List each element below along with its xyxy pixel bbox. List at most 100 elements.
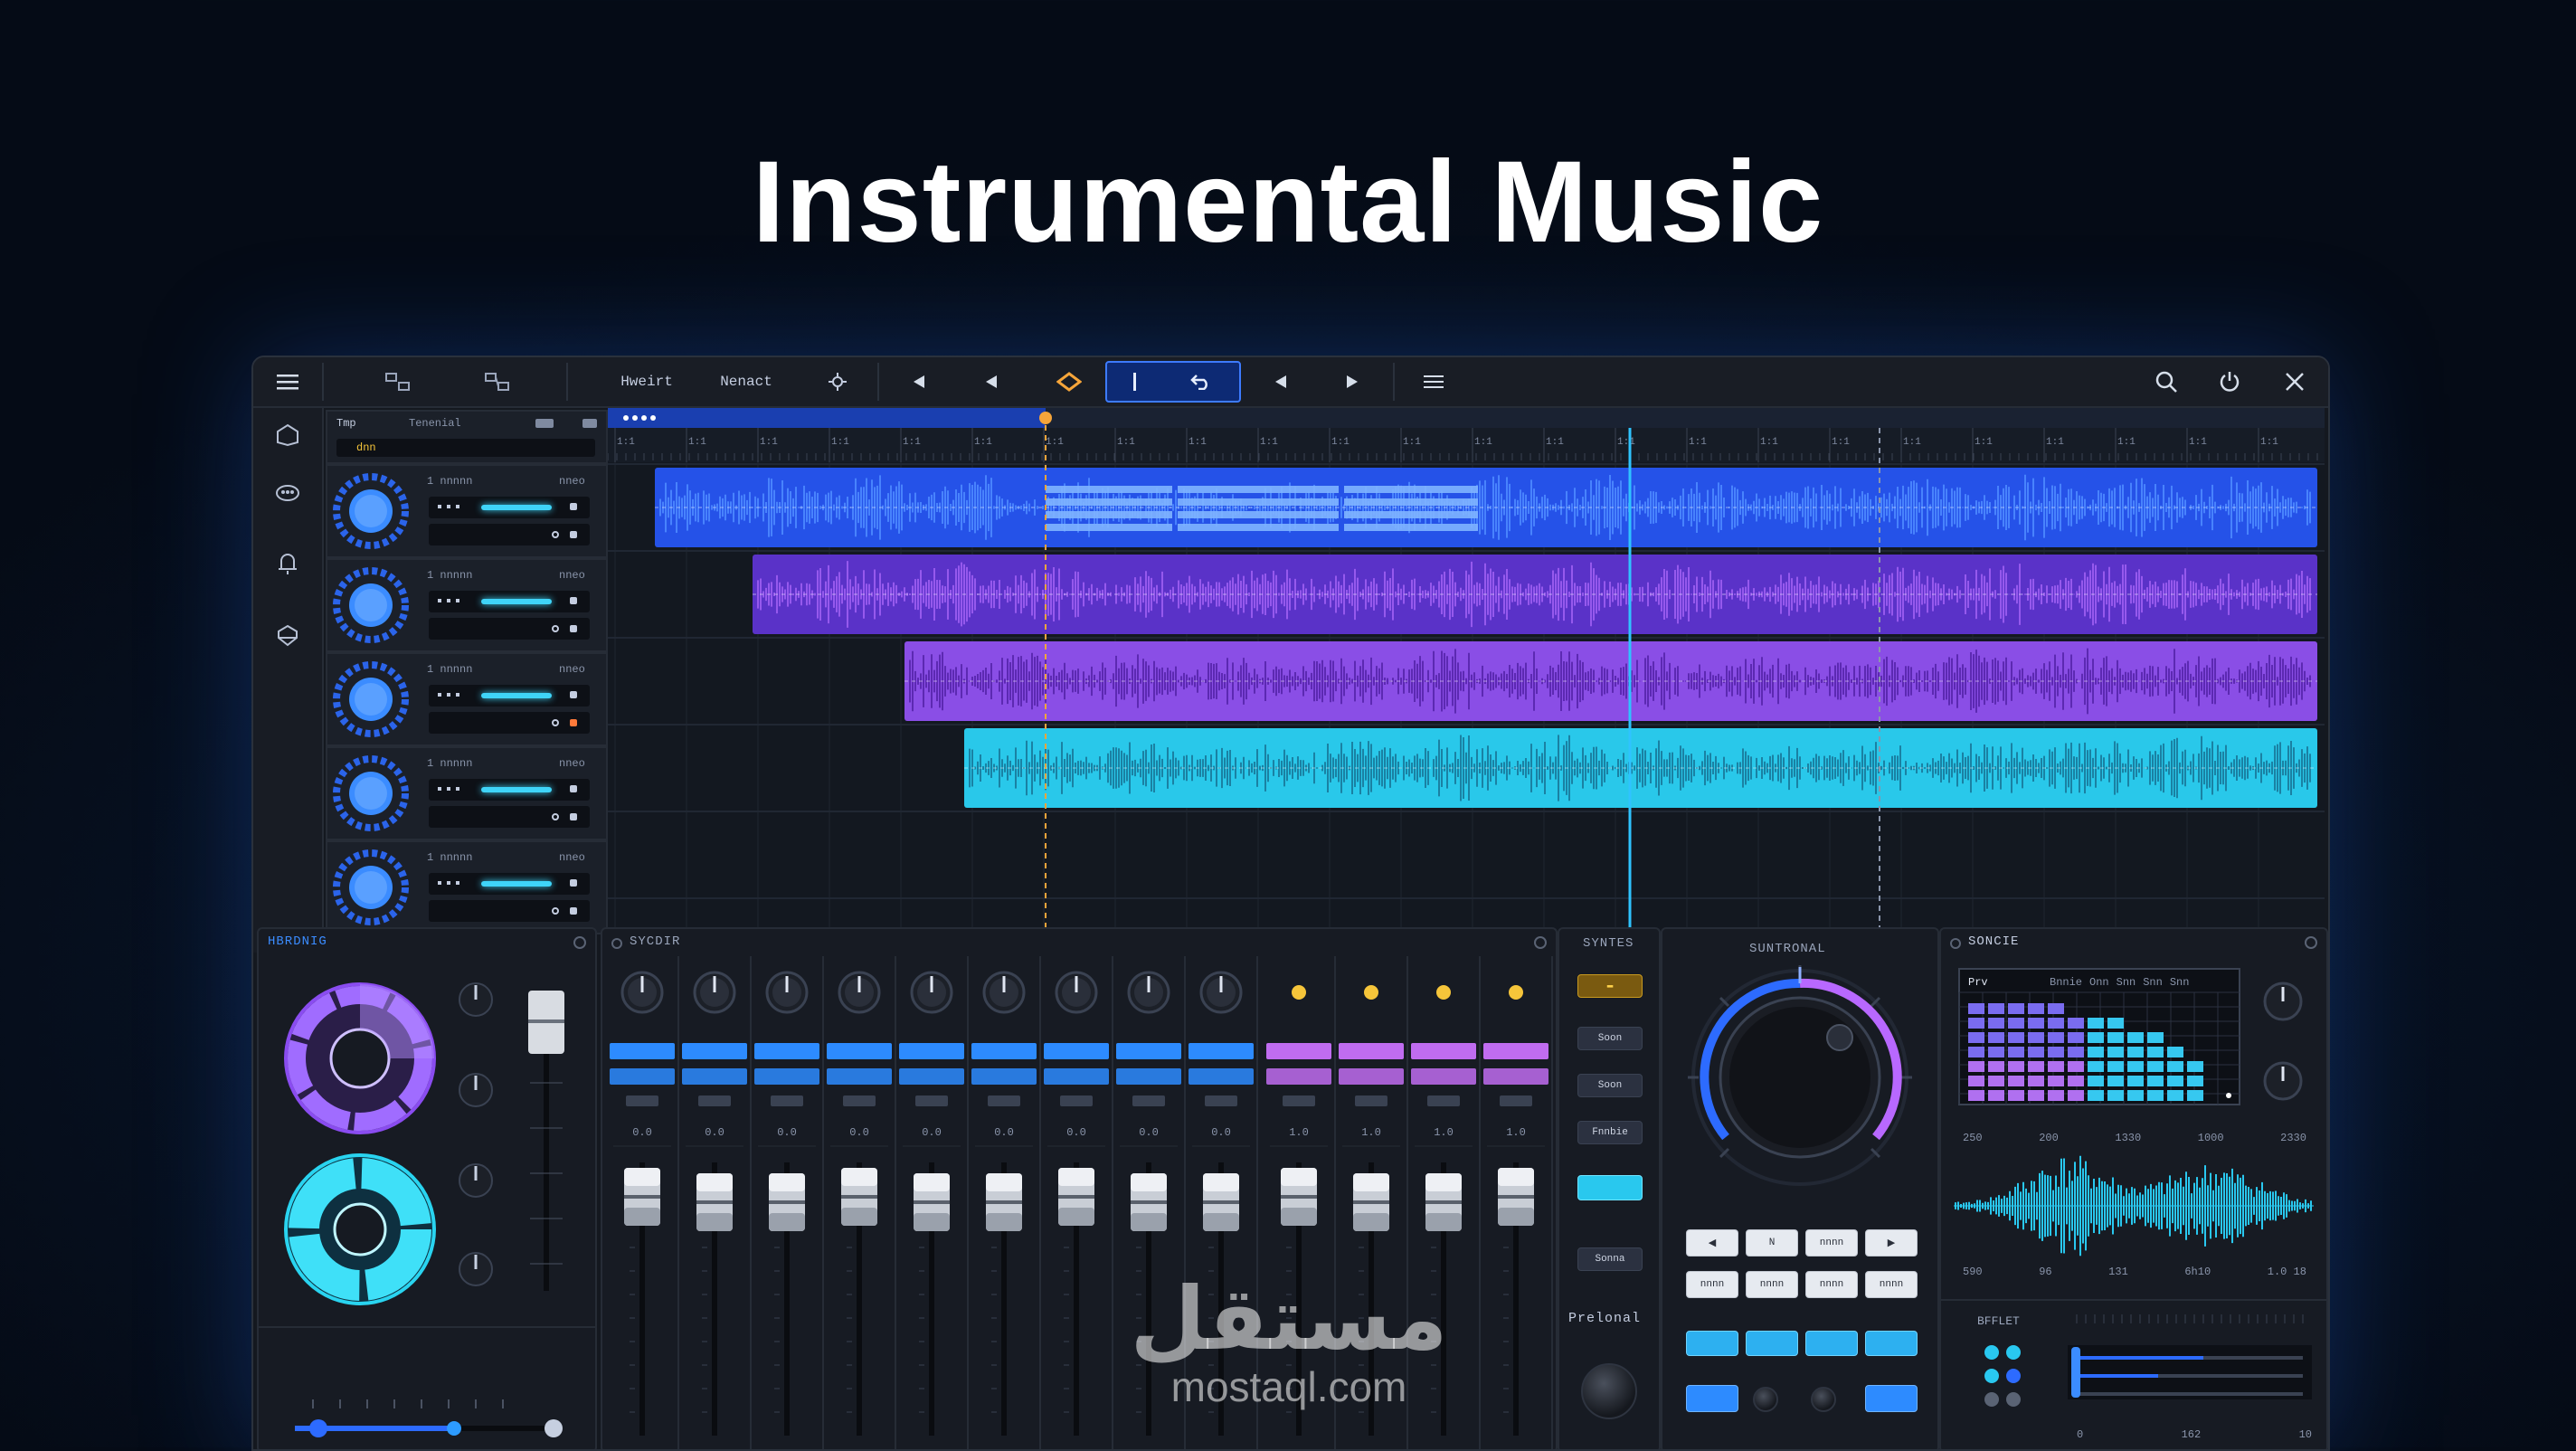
shield-icon[interactable]	[253, 609, 322, 663]
synth-pad[interactable]	[1865, 1331, 1918, 1356]
svg-text:1:1: 1:1	[1617, 437, 1635, 448]
track-knob[interactable]	[327, 748, 409, 839]
mixer-channel[interactable]: 0.0	[827, 956, 896, 1451]
cyan-wheel[interactable]	[284, 1153, 436, 1305]
audio-clip[interactable]	[753, 555, 2317, 634]
synth-pad[interactable]	[1686, 1331, 1738, 1356]
mixer-channel[interactable]: 0.0	[682, 956, 752, 1451]
fx-wave-label: 590	[1963, 1266, 1983, 1278]
track-header[interactable]: 1 nnnnn nneo	[326, 840, 608, 934]
synth-pad[interactable]	[1865, 1385, 1918, 1412]
fx-slider-label: 0	[2077, 1428, 2084, 1441]
fx-grid-col-label: Snn	[2116, 976, 2136, 989]
arrangement-timeline[interactable]: 1:1 1:1 1:1 1:1 1:1 1:1 1:1 1:1 1:1 1:1 1:1 1:1 1:1 1…	[608, 408, 2325, 953]
svg-text:1:1: 1:1	[1474, 437, 1492, 448]
list-icon[interactable]	[1402, 357, 1465, 406]
transport-highlight[interactable]	[1105, 357, 1241, 406]
audio-clip[interactable]	[655, 468, 2317, 547]
mixer-channel[interactable]: 0.0	[971, 956, 1041, 1451]
track-value: nneo	[559, 475, 585, 488]
track-volume-bar[interactable]	[481, 881, 552, 887]
svg-text:1:1: 1:1	[1903, 437, 1921, 448]
synth-button[interactable]: nnnn	[1805, 1271, 1858, 1298]
toolbar: Hweirt Nenact	[253, 357, 2328, 408]
preset-label: Prelonal	[1568, 1311, 1642, 1326]
synth-button[interactable]: ◀	[1686, 1229, 1738, 1257]
svg-text:1:1: 1:1	[2189, 437, 2207, 448]
home-icon[interactable]	[253, 408, 322, 462]
track-knob[interactable]	[327, 560, 409, 650]
synth-pad[interactable]	[1746, 1331, 1798, 1356]
mixer-channel[interactable]: 0.0	[899, 956, 969, 1451]
track-header-label-2: Tenenial	[409, 417, 461, 430]
track-knob[interactable]	[327, 842, 409, 933]
send-button-3[interactable]: Fnnbie	[1577, 1121, 1643, 1144]
svg-text:1:1: 1:1	[1189, 437, 1207, 448]
toolbar-label-2[interactable]: Nenact	[706, 357, 787, 406]
synth-small-knob[interactable]	[1811, 1387, 1836, 1412]
track-volume-bar[interactable]	[481, 693, 552, 698]
synth-pad[interactable]	[1805, 1331, 1858, 1356]
mixer-channel[interactable]: 0.0	[610, 956, 679, 1451]
back-icon[interactable]	[959, 357, 1022, 406]
send-button-cyan[interactable]	[1577, 1175, 1643, 1200]
track-knob[interactable]	[327, 466, 409, 556]
close-icon[interactable]	[2263, 357, 2326, 406]
prev-icon[interactable]	[1248, 357, 1312, 406]
fx-wave-label: 1330	[2115, 1132, 2142, 1144]
grid-alt-icon[interactable]	[470, 357, 525, 406]
play-icon[interactable]	[1321, 357, 1384, 406]
track-volume-bar[interactable]	[481, 505, 552, 510]
track-header[interactable]: 1 nnnnn nneo	[326, 558, 608, 652]
audio-clip[interactable]	[904, 641, 2317, 721]
channel-label: 0.0	[1139, 1126, 1159, 1139]
synth-big-knob[interactable]	[1662, 929, 1937, 1219]
master-knob[interactable]	[1581, 1363, 1637, 1419]
search-icon[interactable]	[2135, 357, 2198, 406]
synth-button[interactable]: nnnn	[1686, 1271, 1738, 1298]
track-knob[interactable]	[327, 654, 409, 744]
track-header[interactable]: 1 nnnnn nneo	[326, 746, 608, 840]
synth-button[interactable]: N	[1746, 1229, 1798, 1257]
toolbar-label-1[interactable]: Hweirt	[606, 357, 687, 406]
send-button-1[interactable]: Soon	[1577, 1027, 1643, 1050]
sends-panel-title: SYNTES	[1583, 936, 1634, 951]
synth-small-knob[interactable]	[1753, 1387, 1778, 1412]
undo-icon[interactable]	[1189, 368, 1213, 396]
track-value: nneo	[559, 757, 585, 770]
group-icon[interactable]	[253, 464, 322, 518]
rewind-icon[interactable]	[886, 357, 950, 406]
settings-icon[interactable]	[810, 357, 865, 406]
send-button-4[interactable]: Sonna	[1577, 1247, 1643, 1271]
send-button-2[interactable]: Soon	[1577, 1074, 1643, 1097]
synth-button[interactable]: nnnn	[1865, 1271, 1918, 1298]
track-value: nneo	[559, 569, 585, 582]
track-header[interactable]: 1 nnnnn nneo	[326, 652, 608, 746]
mixer-channel[interactable]: 0.0	[754, 956, 824, 1451]
channel-label: 0.0	[994, 1126, 1014, 1139]
send-button-active[interactable]: ▬	[1577, 974, 1643, 998]
svg-text:1:1: 1:1	[2260, 437, 2278, 448]
track-volume-bar[interactable]	[481, 787, 552, 792]
svg-text:1:1: 1:1	[617, 437, 635, 448]
bell-icon[interactable]	[253, 536, 322, 591]
synth-pad[interactable]	[1686, 1385, 1738, 1412]
fx-slider-label: 162	[2181, 1428, 2202, 1441]
track-value: nneo	[559, 851, 585, 864]
purple-wheel[interactable]	[284, 982, 436, 1134]
track-value: nneo	[559, 663, 585, 676]
synth-button[interactable]: nnnn	[1746, 1271, 1798, 1298]
cursor-icon[interactable]	[1133, 373, 1137, 391]
channel-label: 0.0	[922, 1126, 942, 1139]
track-volume-bar[interactable]	[481, 599, 552, 604]
audio-clip[interactable]	[964, 728, 2317, 808]
synth-button[interactable]: nnnn	[1805, 1229, 1858, 1257]
synth-button[interactable]: ▶	[1865, 1229, 1918, 1257]
track-header[interactable]: 1 nnnnn nneo	[326, 464, 608, 558]
power-icon[interactable]	[2198, 357, 2261, 406]
track-header-label-1: Tmp	[336, 417, 356, 430]
loop-marker-icon[interactable]	[1033, 357, 1105, 406]
menu-icon[interactable]	[253, 357, 322, 406]
grid-icon[interactable]	[371, 357, 425, 406]
svg-text:1:1: 1:1	[831, 437, 849, 448]
